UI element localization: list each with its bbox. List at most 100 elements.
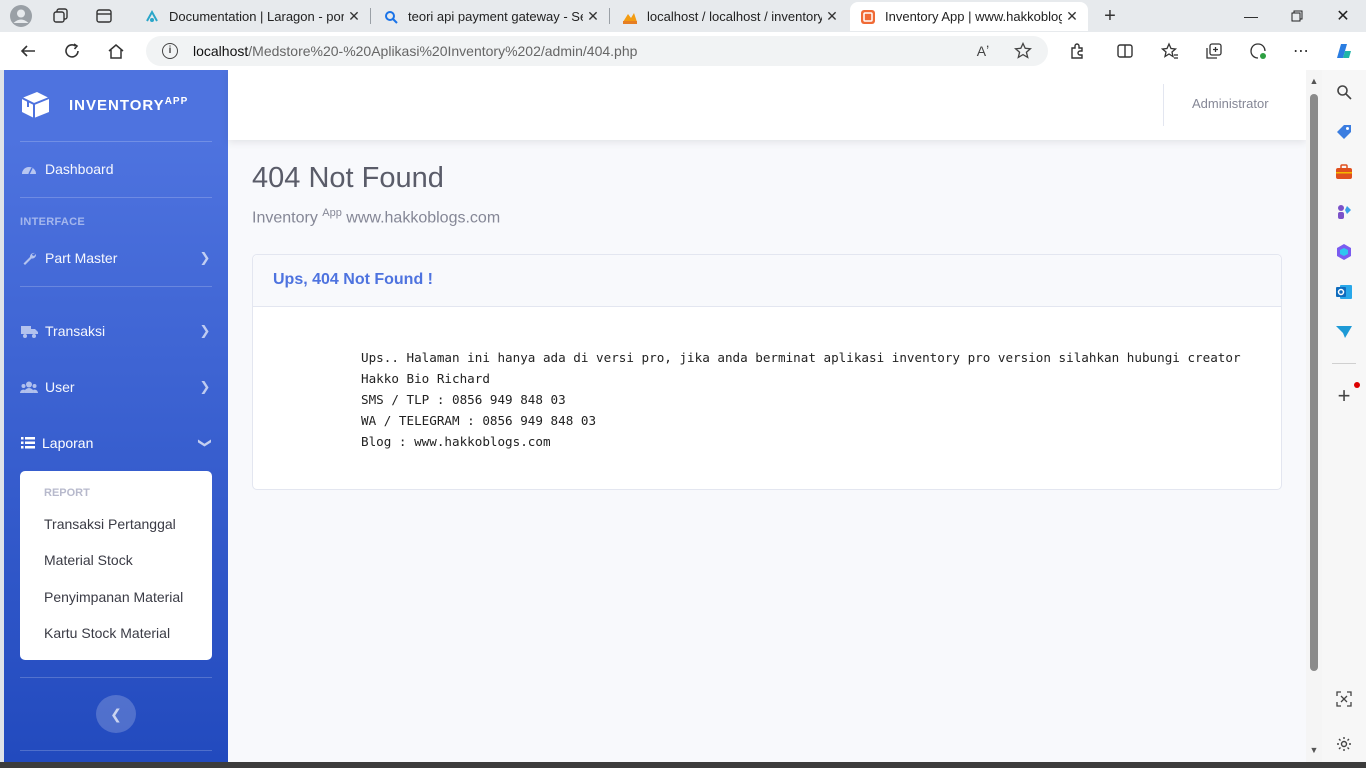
settings-gear-icon[interactable] [1333,733,1355,755]
brand-link[interactable]: INVENTORYAPP [18,88,188,122]
search-icon[interactable] [1333,81,1355,103]
sidebar-divider [20,197,212,198]
page-subtitle: Inventory App www.hakkoblogs.com [252,207,501,227]
sidebar-item-label: Part Master [45,250,118,266]
sidebar-divider [20,750,212,751]
favorites-icon[interactable] [1159,40,1181,62]
chevron-right-icon: ❯ [199,379,211,394]
tab-search[interactable]: teori api payment gateway - Sear ✕ [373,2,609,31]
message-line: Hakko Bio Richard [361,371,490,386]
user-dropdown[interactable]: Administrator [1192,96,1269,111]
games-icon[interactable] [1333,201,1355,223]
microsoft-365-icon[interactable] [1333,241,1355,263]
sidebar-item-label: Transaksi [45,323,106,339]
sidebar-item-label: User [45,379,75,395]
restore-icon[interactable] [1274,0,1320,32]
close-tab-icon[interactable]: ✕ [344,8,364,25]
submenu-link-kartu-stock-material[interactable]: Kartu Stock Material [44,625,170,641]
screenshot-capture-icon[interactable] [1333,688,1355,710]
message-line: WA / TELEGRAM : 0856 949 848 03 [361,413,597,428]
tab-inventory-app[interactable]: Inventory App | www.hakkoblogs ✕ [850,2,1088,31]
submenu-link-transaksi-pertanggal[interactable]: Transaksi Pertanggal [44,516,176,532]
more-menu-icon[interactable]: ⋯ [1290,40,1312,62]
edge-sidebar-separator [1332,363,1356,364]
card-body: Ups.. Halaman ini hanya ada di versi pro… [253,307,1281,489]
split-screen-icon[interactable] [1114,40,1136,62]
tab-title: teori api payment gateway - Sear [408,9,583,24]
chevron-left-icon: ❮ [110,705,122,722]
chevron-down-icon: ❯ [198,437,213,449]
address-bar[interactable]: i localhost/Medstore%20-%20Aplikasi%20In… [146,36,1048,66]
read-aloud-icon[interactable]: Aʼ [972,41,994,61]
search-icon [383,9,399,25]
sidebar-item-dashboard[interactable]: Dashboard [20,155,212,183]
chevron-right-icon: ❯ [199,323,211,338]
sidebar-divider [20,141,212,142]
sidebar-item-part-master[interactable]: Part Master ❯ [20,244,212,272]
phpmyadmin-icon [622,9,638,25]
copilot-icon[interactable] [1332,40,1354,62]
box-logo-icon [21,92,50,118]
close-tab-icon[interactable]: ✕ [583,8,603,25]
refresh-icon[interactable] [57,37,87,65]
edge-sidebar: + [1322,70,1366,762]
home-icon[interactable] [101,37,131,65]
minimize-icon[interactable]: — [1228,0,1274,32]
sidebar-item-user[interactable]: User ❯ [20,373,212,401]
address-url[interactable]: localhost/Medstore%20-%20Aplikasi%20Inve… [193,43,637,59]
send-icon[interactable] [1333,321,1355,343]
card-title: Ups, 404 Not Found ! [273,271,433,288]
sidebar-item-laporan[interactable]: Laporan ❯ [20,429,213,457]
workspaces-icon[interactable] [48,4,74,28]
tab-title: Inventory App | www.hakkoblogs [885,9,1062,24]
site-info-icon[interactable]: i [162,43,178,59]
tab-title: localhost / localhost / inventory_ [647,9,822,24]
dashboard-gauge-icon [20,162,38,176]
error-card: Ups, 404 Not Found ! Ups.. Halaman ini h… [252,254,1282,490]
profile-avatar-icon[interactable] [8,4,34,28]
outlook-icon[interactable] [1333,281,1355,303]
tab-phpmyadmin[interactable]: localhost / localhost / inventory_ ✕ [612,2,848,31]
window-bottom-edge [0,762,1366,768]
scrollbar-thumb[interactable] [1310,94,1318,671]
scroll-down-icon[interactable]: ▼ [1309,745,1319,755]
message-line: Ups.. Halaman ini hanya ada di versi pro… [361,350,1241,365]
users-icon [20,381,38,394]
close-window-icon[interactable]: ✕ [1320,0,1366,32]
shopping-tag-icon[interactable] [1333,121,1355,143]
browser-tab-strip: Documentation | Laragon - porta ✕ teori … [0,0,1366,32]
new-tab-icon[interactable]: + [1097,4,1123,28]
close-tab-icon[interactable]: ✕ [822,8,842,25]
collections-icon[interactable] [1203,40,1225,62]
browser-essentials-icon[interactable] [1247,40,1269,62]
message-line: Blog : www.hakkoblogs.com [361,434,551,449]
tools-briefcase-icon[interactable] [1333,161,1355,183]
brand-name: INVENTORYAPP [69,96,189,114]
submenu-link-material-stock[interactable]: Material Stock [44,552,133,568]
page-viewport: INVENTORYAPP Dashboard INTERFACE Part Ma… [4,70,1306,762]
scroll-up-icon[interactable]: ▲ [1309,76,1319,86]
topbar: Administrator [228,70,1306,140]
sidebar-item-label: Laporan [42,435,94,451]
tab-separator [609,8,610,24]
laragon-icon [144,9,160,25]
close-tab-icon[interactable]: ✕ [1062,8,1082,25]
submenu-link-penyimpanan-material[interactable]: Penyimpanan Material [44,589,183,605]
add-sidebar-item-icon[interactable]: + [1333,383,1355,408]
extensions-icon[interactable] [1066,40,1088,62]
favorite-star-icon[interactable] [1012,41,1034,61]
message-line: SMS / TLP : 0856 949 848 03 [361,392,566,407]
page-scrollbar[interactable]: ▲ ▼ [1306,70,1322,762]
sidebar-toggle-button[interactable]: ❮ [96,695,136,733]
tab-laragon[interactable]: Documentation | Laragon - porta ✕ [134,2,370,31]
page-title: 404 Not Found [252,162,444,194]
card-header: Ups, 404 Not Found ! [253,255,1281,307]
topbar-divider [1163,84,1164,126]
sidebar-item-label: Dashboard [45,161,114,177]
sidebar-divider [20,677,212,678]
list-icon [20,437,35,449]
submenu-heading-report: REPORT [44,487,90,499]
back-icon[interactable] [13,37,43,65]
sidebar-item-transaksi[interactable]: Transaksi ❯ [20,317,212,345]
tab-actions-icon[interactable] [91,4,117,28]
